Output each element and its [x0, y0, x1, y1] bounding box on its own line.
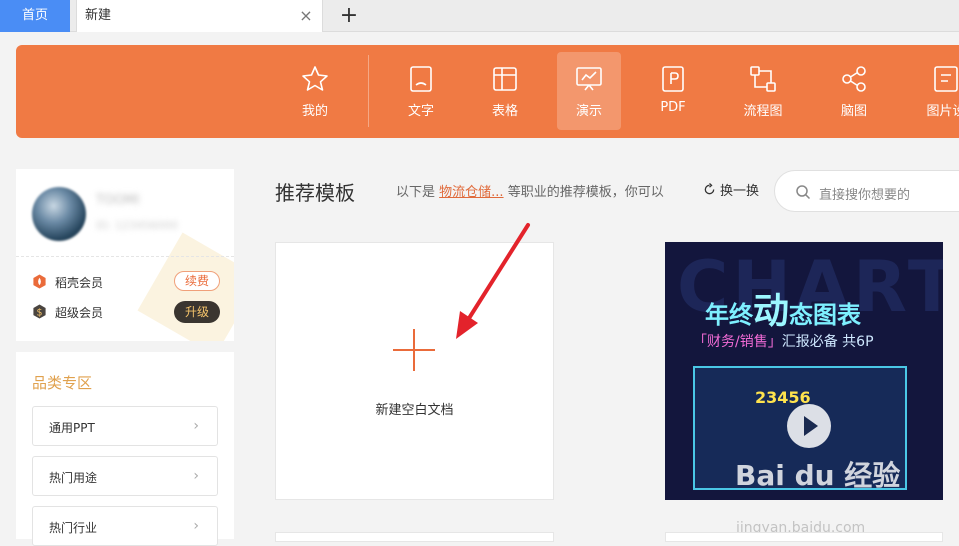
- template-card-next[interactable]: [665, 532, 943, 542]
- search-input[interactable]: 直接搜你想要的: [774, 170, 959, 212]
- toolbar-item-mindmap[interactable]: 脑图: [822, 52, 886, 130]
- category-item-label: 通用PPT: [49, 421, 95, 435]
- tab-new-label: 新建: [85, 8, 112, 23]
- toolbar-item-flowchart[interactable]: 流程图: [731, 52, 795, 130]
- template-subtitle-highlight: 「财务/销售」: [693, 334, 782, 350]
- toolbar-item-label: 图片设: [926, 104, 959, 119]
- table-icon: [493, 67, 517, 91]
- refresh-button[interactable]: 换一换: [703, 180, 759, 199]
- toolbar-item-label: 流程图: [743, 104, 783, 119]
- category-title: 品类专区: [32, 374, 93, 392]
- toolbar-divider: [368, 55, 369, 127]
- template-title: 年终动态图表: [705, 282, 861, 334]
- renew-button[interactable]: 续费: [174, 271, 220, 291]
- toolbar-item-label: 文字: [407, 104, 434, 119]
- toolbar-item-pdf[interactable]: PDF: [641, 52, 705, 130]
- chevron-right-icon: ›: [193, 518, 199, 534]
- toolbar-item-label: 我的: [301, 104, 328, 119]
- close-icon[interactable]: ×: [298, 8, 314, 24]
- section-description: 以下是 物流仓储... 等职业的推荐模板，你可以: [396, 181, 664, 200]
- template-card-next[interactable]: [275, 532, 554, 542]
- avatar[interactable]: [32, 187, 86, 241]
- category-item-popular-use[interactable]: 热门用途 ›: [32, 456, 218, 496]
- document-icon: [410, 66, 432, 92]
- template-card[interactable]: CHART 年终动态图表 「财务/销售」汇报必备 共6P 23456 Bai d…: [665, 242, 943, 500]
- user-card: TOOMI ID: 123456000 稻壳会员 续费 $ 超级会员 升级: [16, 169, 234, 341]
- template-title-a: 年终: [705, 301, 753, 329]
- toolbar-item-sheet[interactable]: 表格: [473, 52, 537, 130]
- docer-member-icon: [33, 274, 46, 289]
- category-item-general-ppt[interactable]: 通用PPT ›: [32, 406, 218, 446]
- divider: [16, 256, 234, 257]
- desc-suffix: 等职业的推荐模板，你可以: [507, 185, 664, 200]
- template-title-b: 态图表: [789, 301, 862, 329]
- toolbar-item-presentation[interactable]: 演示: [557, 52, 621, 130]
- chevron-right-icon: ›: [193, 418, 199, 434]
- toolbar-item-label: 演示: [575, 104, 602, 119]
- membership-label: 超级会员: [55, 306, 104, 320]
- tab-new[interactable]: 新建 ×: [76, 0, 323, 32]
- toolbar-item-label: 脑图: [840, 104, 867, 119]
- flowchart-icon: [750, 66, 776, 92]
- category-item-popular-industry[interactable]: 热门行业 ›: [32, 506, 218, 546]
- profession-link[interactable]: 物流仓储...: [439, 185, 503, 200]
- star-icon: [302, 66, 328, 91]
- toolbar-item-image-design[interactable]: 图片设: [914, 52, 959, 130]
- plus-icon: [393, 329, 435, 371]
- user-name: TOOMI: [96, 193, 140, 208]
- section-title: 推荐模板: [275, 181, 355, 205]
- presentation-icon: [576, 67, 602, 91]
- template-subtitle-rest: 汇报必备 共6P: [781, 334, 874, 350]
- play-icon[interactable]: [787, 404, 831, 448]
- tab-bar: 首页 新建 × +: [0, 0, 959, 32]
- chevron-right-icon: ›: [193, 468, 199, 484]
- category-item-label: 热门行业: [49, 521, 98, 535]
- toolbar-item-writer[interactable]: 文字: [389, 52, 453, 130]
- toolbar-item-mine[interactable]: 我的: [283, 52, 347, 130]
- toolbar-item-label: 表格: [491, 104, 518, 119]
- category-panel: 品类专区 通用PPT › 热门用途 › 热门行业 ›: [16, 352, 234, 546]
- refresh-icon: [704, 183, 715, 195]
- tab-home[interactable]: 首页: [0, 0, 70, 32]
- new-blank-document-label: 新建空白文档: [375, 403, 454, 418]
- desc-prefix: 以下是: [396, 185, 436, 200]
- membership-label: 稻壳会员: [55, 276, 104, 290]
- refresh-label: 换一换: [720, 184, 760, 199]
- membership-row-super: $ 超级会员 升级: [32, 301, 222, 323]
- template-title-big: 动: [753, 291, 790, 332]
- template-subtitle: 「财务/销售」汇报必备 共6P: [693, 331, 874, 351]
- upgrade-button[interactable]: 升级: [174, 301, 220, 323]
- image-design-icon: [934, 66, 958, 92]
- search-placeholder: 直接搜你想要的: [819, 188, 911, 203]
- watermark-logo: Bai du 经验: [735, 459, 901, 492]
- toolbar-item-label: PDF: [660, 100, 686, 115]
- svg-text:$: $: [37, 307, 43, 318]
- membership-row-docer: 稻壳会员 续费: [32, 271, 222, 293]
- category-item-label: 热门用途: [49, 471, 98, 485]
- user-id: ID: 123456000: [96, 219, 178, 232]
- add-tab-button[interactable]: +: [337, 4, 361, 28]
- mindmap-icon: [842, 66, 866, 92]
- super-member-icon: $: [33, 304, 46, 319]
- new-blank-document-card[interactable]: 新建空白文档: [275, 242, 554, 500]
- app-type-toolbar: 我的 文字 表格 演示 PDF 流程图 脑图 图片设: [16, 45, 959, 138]
- search-icon: [796, 185, 811, 200]
- pdf-icon: [662, 66, 684, 92]
